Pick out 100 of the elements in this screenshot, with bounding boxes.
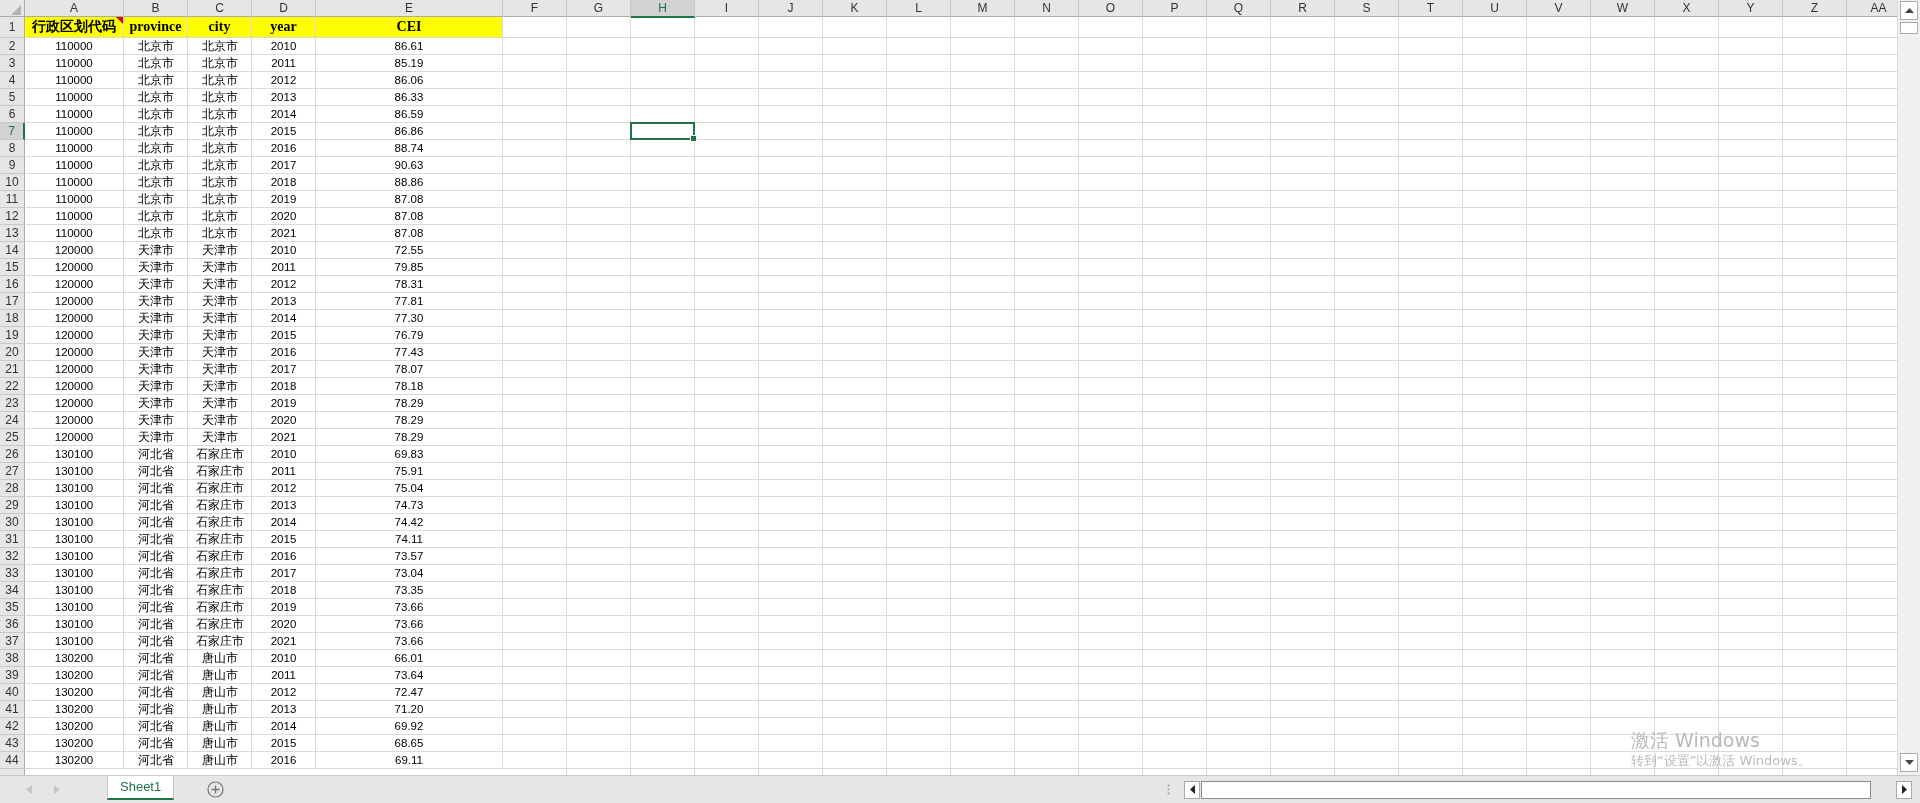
table-cell: 北京市 [124,174,188,190]
caret-right-icon[interactable] [1901,785,1907,794]
column-header[interactable]: Q [1207,0,1271,18]
row-header[interactable]: 16 [0,276,25,293]
row-header[interactable]: 27 [0,463,25,480]
table-cell: 130100 [25,565,124,581]
row-header[interactable]: 34 [0,582,25,599]
table-cell: 北京市 [124,55,188,71]
row-header[interactable]: 21 [0,361,25,378]
row-header[interactable]: 10 [0,174,25,191]
table-cell: 唐山市 [188,701,252,717]
row-header[interactable]: 31 [0,531,25,548]
column-header[interactable]: L [887,0,951,18]
column-header[interactable]: R [1271,0,1335,18]
caret-up-icon[interactable] [1904,8,1914,13]
row-header[interactable]: 9 [0,157,25,174]
row-header[interactable]: 7 [0,123,25,140]
row-header[interactable]: 17 [0,293,25,310]
column-header[interactable]: J [759,0,823,18]
row-header[interactable]: 40 [0,684,25,701]
row-header[interactable]: 6 [0,106,25,123]
table-cell: 2018 [252,378,316,394]
row-header[interactable]: 29 [0,497,25,514]
table-cell: 2021 [252,633,316,649]
table-cell: 74.11 [316,531,503,547]
row-header[interactable]: 22 [0,378,25,395]
row-header[interactable]: 5 [0,89,25,106]
row-header[interactable]: 33 [0,565,25,582]
row-header[interactable]: 2 [0,38,25,55]
scroll-left-button[interactable] [1184,780,1200,799]
table-cell: 2010 [252,650,316,666]
column-header[interactable]: Y [1719,0,1783,18]
row-header[interactable]: 14 [0,242,25,259]
row-header[interactable]: 20 [0,344,25,361]
column-header[interactable]: M [951,0,1015,18]
table-cell: 北京市 [188,72,252,88]
row-header[interactable]: 37 [0,633,25,650]
column-header[interactable]: N [1015,0,1079,18]
row-header[interactable]: 28 [0,480,25,497]
row-header[interactable]: 25 [0,429,25,446]
scroll-right-button[interactable] [1896,780,1912,799]
table-cell: 北京市 [124,38,188,54]
table-cell: 72.55 [316,242,503,258]
column-header[interactable]: I [695,0,759,18]
row-header[interactable]: 32 [0,548,25,565]
row-header[interactable]: 4 [0,72,25,89]
table-cell: 2019 [252,395,316,411]
row-header[interactable]: 11 [0,191,25,208]
row-header[interactable]: 35 [0,599,25,616]
active-cell[interactable] [630,122,695,140]
row-header[interactable]: 30 [0,514,25,531]
row-header[interactable]: 18 [0,310,25,327]
column-header[interactable]: H [631,0,695,18]
row-header[interactable]: 3 [0,55,25,72]
column-header[interactable]: Z [1783,0,1847,18]
sheet-tab[interactable]: Sheet1 [107,776,175,800]
caret-down-icon[interactable] [1904,760,1914,765]
splitter-handle-icon[interactable] [1167,784,1170,795]
row-header[interactable]: 19 [0,327,25,344]
scroll-down-button[interactable] [1900,753,1918,772]
column-header[interactable]: O [1079,0,1143,18]
table-cell: 北京市 [124,225,188,241]
table-cell: 71.20 [316,701,503,717]
row-header[interactable]: 43 [0,735,25,752]
table-cell: 天津市 [188,293,252,309]
row-header[interactable]: 13 [0,225,25,242]
add-sheet-icon[interactable] [207,781,225,798]
caret-left-icon[interactable] [1189,785,1195,794]
table-cell: 76.79 [316,327,503,343]
row-header[interactable]: 26 [0,446,25,463]
column-header[interactable]: V [1527,0,1591,18]
column-header[interactable]: F [503,0,567,18]
column-header[interactable]: X [1655,0,1719,18]
column-header[interactable]: U [1463,0,1527,18]
column-header[interactable]: T [1399,0,1463,18]
row-header[interactable]: 12 [0,208,25,225]
table-cell: 130200 [25,684,124,700]
row-header[interactable]: 41 [0,701,25,718]
row-header[interactable]: 1 [0,17,25,38]
row-header[interactable]: 42 [0,718,25,735]
column-title: 行政区划代码 [32,19,116,35]
row-header[interactable]: 36 [0,616,25,633]
column-header[interactable]: P [1143,0,1207,18]
table-cell: 130100 [25,463,124,479]
row-header[interactable]: 39 [0,667,25,684]
column-header[interactable]: K [823,0,887,18]
row-header[interactable]: 24 [0,412,25,429]
column-header[interactable]: S [1335,0,1399,18]
table-cell: 石家庄市 [188,565,252,581]
vertical-scrollbar[interactable] [1897,0,1920,775]
scroll-up-button[interactable] [1900,1,1918,20]
row-header[interactable]: 8 [0,140,25,157]
row-header[interactable]: 15 [0,259,25,276]
table-cell: 130200 [25,752,124,768]
scroll-thumb[interactable] [1900,22,1918,34]
row-header[interactable]: 23 [0,395,25,412]
table-cell: 77.30 [316,310,503,326]
row-header[interactable]: 38 [0,650,25,667]
row-header[interactable]: 44 [0,752,25,769]
column-header[interactable]: W [1591,0,1655,18]
